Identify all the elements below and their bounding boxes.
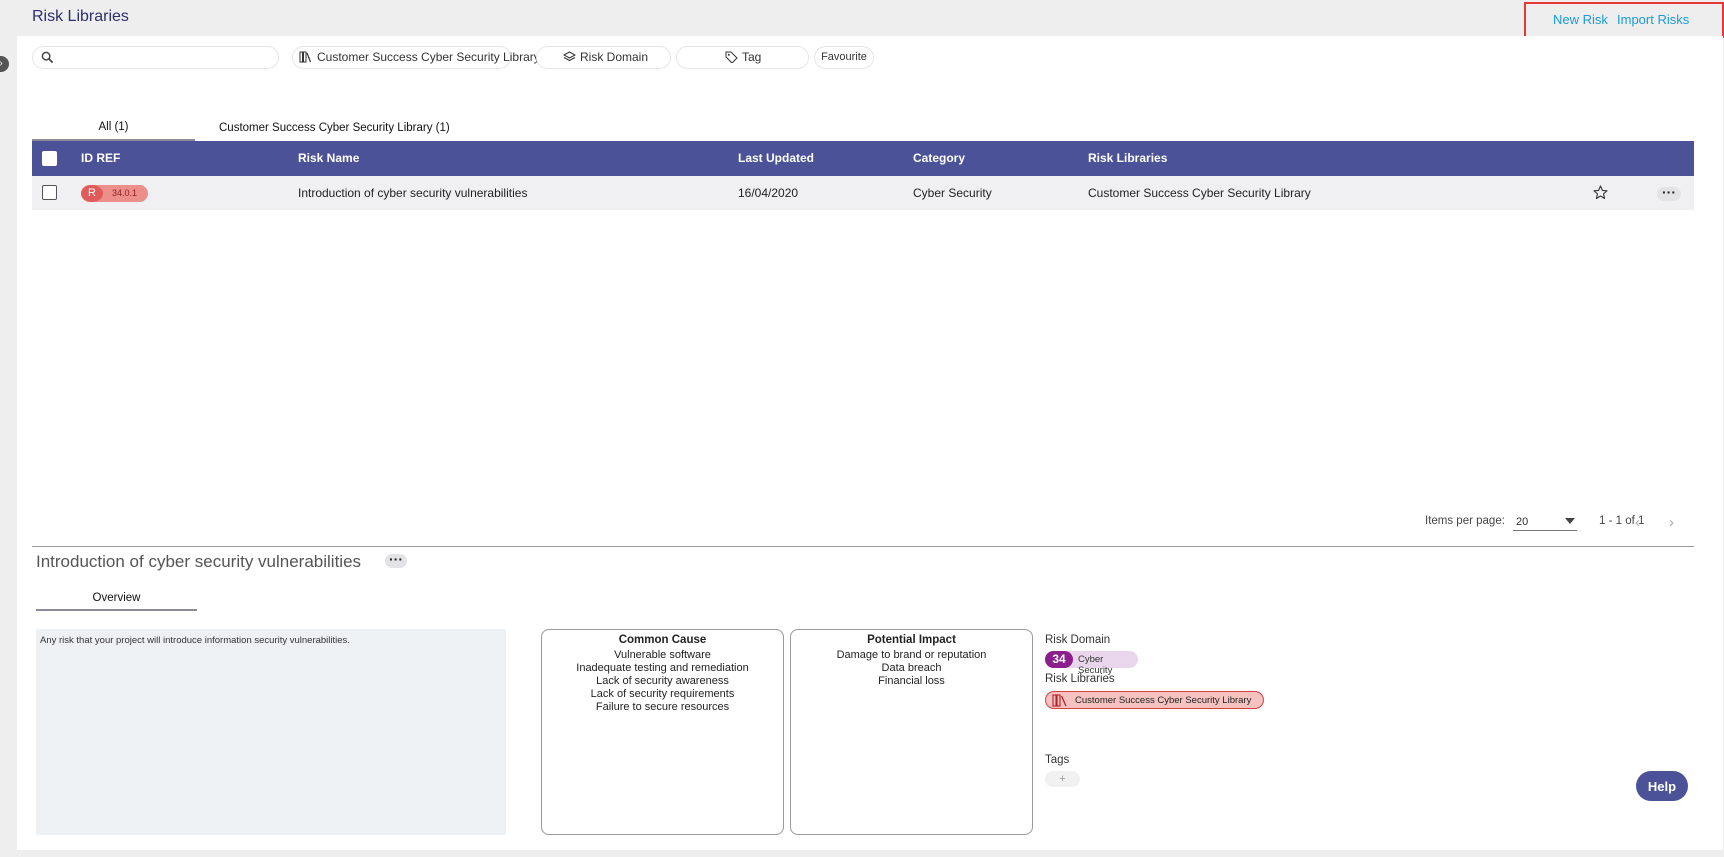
filter-chip-library-label: Customer Success Cyber Security Library	[317, 50, 540, 64]
new-risk-link[interactable]: New Risk	[1553, 12, 1608, 27]
common-cause-card: Common Cause Vulnerable software Inadequ…	[541, 629, 784, 835]
items-per-page-value: 20	[1516, 516, 1529, 528]
chevron-down-icon	[1565, 518, 1575, 524]
tab-all[interactable]: All (1)	[32, 120, 195, 141]
detail-more-options-icon[interactable]: ···	[385, 552, 407, 568]
risk-name-cell[interactable]: Introduction of cyber security vulnerabi…	[298, 186, 527, 200]
id-ref-badge: R 34.0.1	[81, 185, 148, 202]
header-actions: New Risk Import Risks	[1524, 2, 1724, 38]
common-cause-item: Inadequate testing and remediation	[576, 662, 749, 674]
row-checkbox[interactable]	[42, 185, 57, 200]
select-all-checkbox[interactable]	[42, 151, 57, 166]
library-icon	[299, 51, 312, 63]
layers-icon	[562, 51, 577, 62]
library-icon	[1052, 694, 1067, 707]
filter-chip-library[interactable]: Customer Success Cyber Security Library	[292, 46, 540, 69]
common-cause-item: Failure to secure resources	[595, 701, 730, 713]
tab-overview[interactable]: Overview	[36, 592, 197, 611]
common-cause-item: Lack of security awareness	[596, 675, 729, 687]
common-cause-title: Common Cause	[618, 634, 707, 646]
next-page-button[interactable]: ›	[1669, 514, 1674, 531]
filter-chip-favourite[interactable]: Favourite	[814, 46, 874, 69]
common-cause-item: Lack of security requirements	[590, 688, 735, 700]
column-category[interactable]: Category	[913, 151, 965, 165]
sidebar-toggle-icon[interactable]: ›	[0, 56, 9, 72]
page-header: Risk Libraries New Risk Import Risks	[0, 0, 1724, 38]
filter-chip-tag-label: Tag	[742, 50, 762, 64]
risk-description: Any risk that your project will introduc…	[36, 629, 506, 835]
column-risk-name[interactable]: Risk Name	[298, 151, 359, 165]
potential-impact-card: Potential Impact Damage to brand or repu…	[790, 629, 1033, 835]
search-icon	[41, 51, 54, 64]
filter-chip-tag[interactable]: Tag	[676, 46, 809, 69]
last-updated-cell: 16/04/2020	[738, 186, 799, 200]
risk-domain-label: Risk Domain	[1045, 634, 1111, 646]
filter-chip-risk-domain[interactable]: Risk Domain	[536, 46, 671, 69]
detail-title: Introduction of cyber security vulnerabi…	[36, 552, 362, 571]
filter-chip-favourite-label: Favourite	[821, 51, 867, 63]
potential-impact-item: Damage to brand or reputation	[836, 649, 987, 661]
risk-libraries-cell: Customer Success Cyber Security Library	[1088, 186, 1311, 200]
risk-library-name: Customer Success Cyber Security Library	[1075, 695, 1252, 706]
tab-customer-success-library[interactable]: Customer Success Cyber Security Library …	[219, 122, 450, 134]
import-risks-link[interactable]: Import Risks	[1617, 12, 1689, 27]
column-id-ref[interactable]: ID REF	[81, 151, 120, 165]
common-cause-item: Vulnerable software	[614, 649, 711, 661]
table-header: ID REF Risk Name Last Updated Category R…	[32, 141, 1694, 176]
search-box[interactable]	[32, 46, 279, 69]
potential-impact-item: Financial loss	[878, 675, 945, 687]
risk-libraries-label: Risk Libraries	[1045, 673, 1115, 685]
column-risk-libraries[interactable]: Risk Libraries	[1088, 151, 1167, 165]
id-ref-value: 34.0.1	[112, 188, 138, 198]
items-per-page-select[interactable]: 20	[1513, 511, 1577, 531]
category-cell: Cyber Security	[913, 186, 992, 200]
items-per-page-label: Items per page:	[1425, 515, 1505, 527]
add-tag-button[interactable]: +	[1045, 771, 1080, 787]
column-last-updated[interactable]: Last Updated	[738, 151, 814, 165]
detail-divider	[32, 546, 1694, 547]
favourite-star-icon[interactable]	[1593, 185, 1608, 200]
help-button[interactable]: Help	[1636, 771, 1688, 801]
potential-impact-item: Data breach	[881, 662, 942, 674]
risk-type-badge: R	[81, 185, 103, 202]
row-more-options-icon[interactable]: ···	[1657, 185, 1681, 201]
table-row[interactable]: R 34.0.1 Introduction of cyber security …	[32, 176, 1694, 210]
potential-impact-title: Potential Impact	[867, 634, 956, 646]
search-input[interactable]	[57, 49, 267, 66]
risk-domain-badge[interactable]: 34 Cyber Security	[1045, 651, 1138, 676]
tags-label: Tags	[1045, 754, 1070, 766]
risk-domain-number: 34	[1045, 651, 1073, 668]
risk-library-badge[interactable]: Customer Success Cyber Security Library	[1045, 691, 1264, 709]
main-content: Customer Success Cyber Security Library …	[17, 36, 1723, 850]
previous-page-button[interactable]: ‹	[1635, 514, 1640, 531]
filter-chip-risk-domain-label: Risk Domain	[580, 50, 649, 64]
page-title: Risk Libraries	[32, 8, 129, 25]
tag-icon	[725, 51, 738, 64]
